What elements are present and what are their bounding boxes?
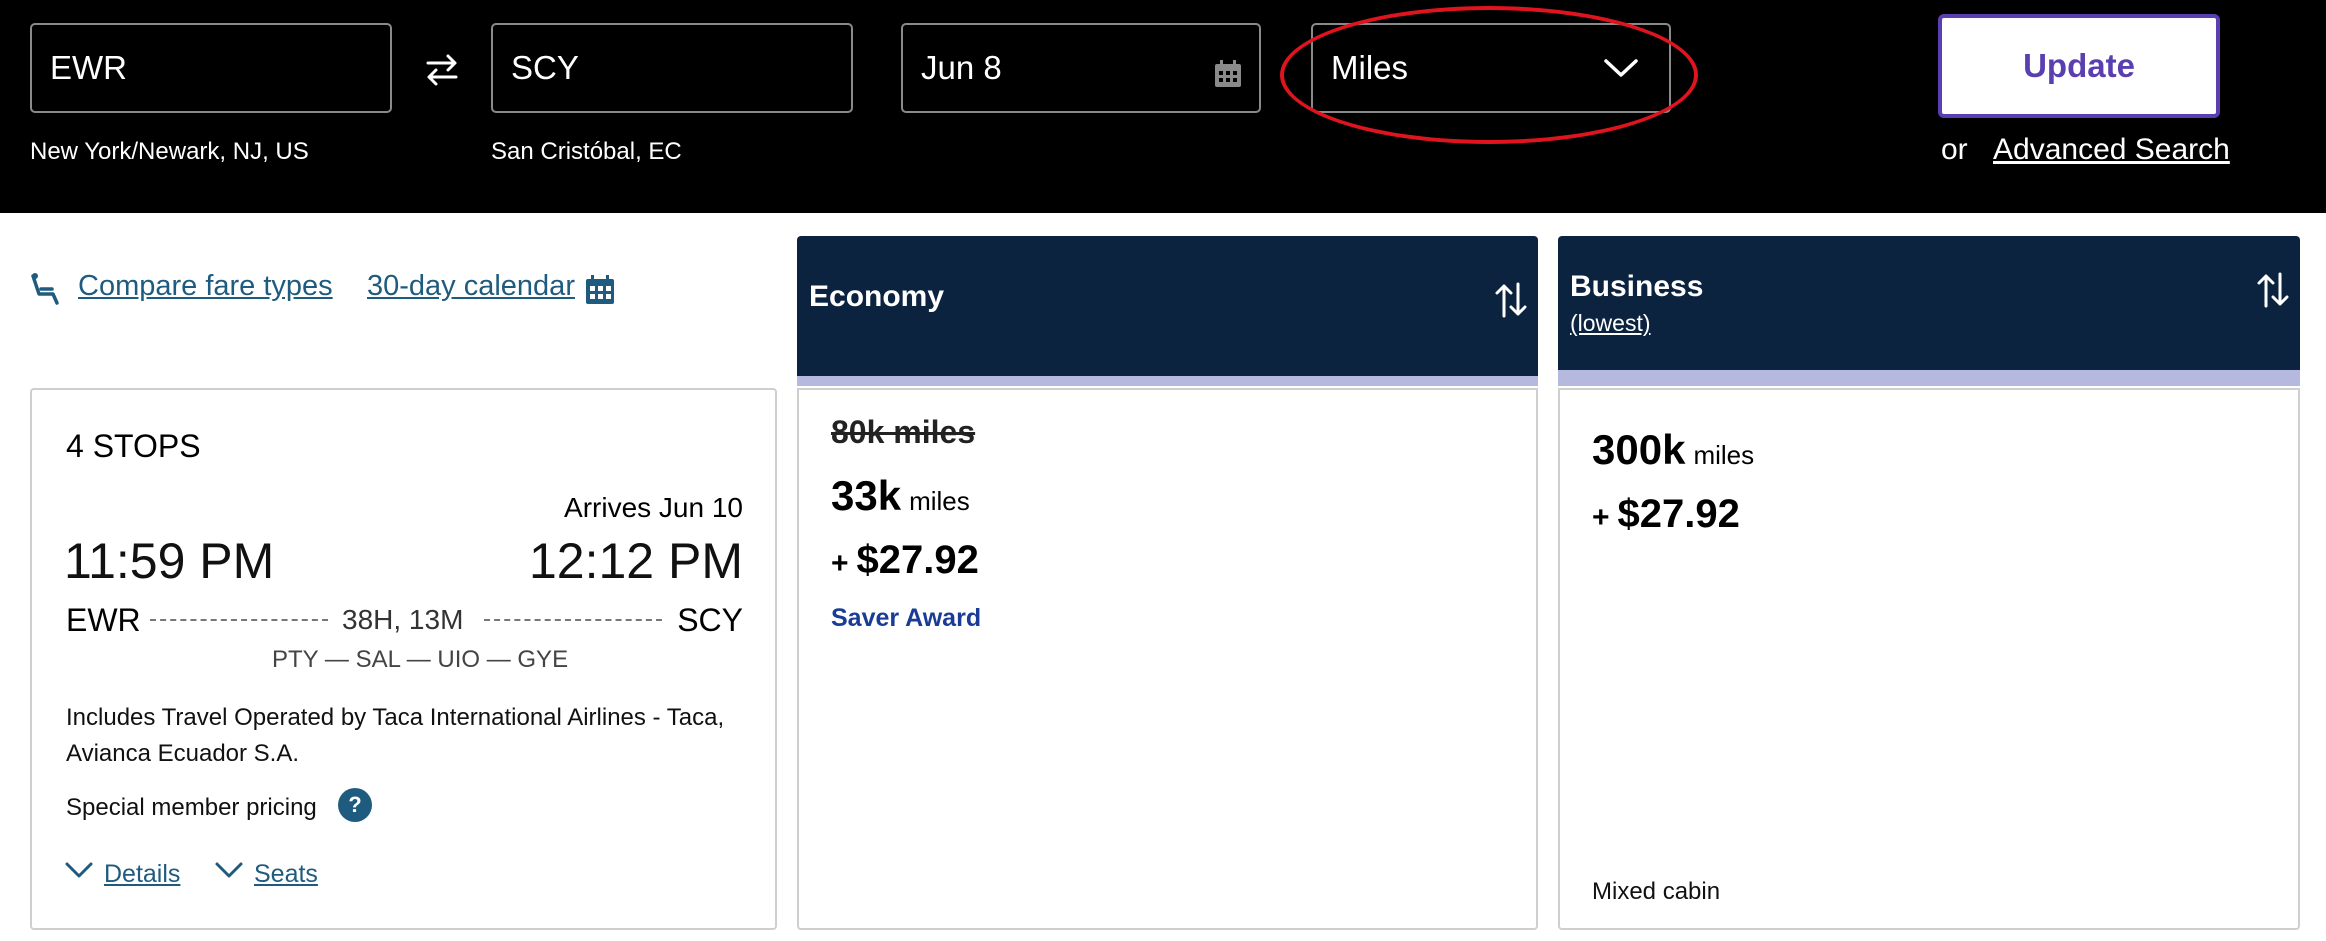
or-label: or [1941, 133, 1968, 166]
business-lowest-link[interactable]: (lowest) [1570, 310, 1651, 337]
economy-miles-value: 33k [831, 472, 902, 519]
saver-award-label: Saver Award [831, 604, 982, 632]
chevron-down-icon[interactable] [64, 860, 94, 880]
origin-code: EWR [50, 49, 127, 86]
arrive-time: 12:12 PM [528, 533, 743, 589]
stops-label: 4 STOPS [66, 428, 201, 464]
details-link[interactable]: Details [104, 860, 180, 889]
date-input[interactable]: Jun 8 [901, 23, 1261, 113]
destination-input[interactable]: SCY [491, 23, 853, 113]
mixed-cabin-label: Mixed cabin [1592, 878, 1721, 905]
business-taxes-value: $27.92 [1617, 492, 1740, 536]
route-line-left [150, 619, 328, 621]
business-stripe [1558, 370, 2300, 386]
advanced-search-link[interactable]: Advanced Search [1993, 133, 2230, 167]
sort-icon[interactable] [2256, 270, 2290, 310]
origin-city: New York/Newark, NJ, US [30, 138, 309, 165]
original-miles: 80k miles [831, 414, 976, 450]
business-title: Business [1570, 270, 1704, 303]
economy-taxes: + $27.92 [831, 538, 979, 583]
update-button[interactable]: Update [1938, 14, 2220, 118]
connection-airports: PTY — SAL — UIO — GYE [272, 646, 569, 673]
business-miles-value: 300k [1592, 426, 1686, 473]
calendar-icon[interactable] [584, 274, 616, 306]
economy-taxes-value: $27.92 [856, 538, 979, 582]
chevron-down-icon [1604, 59, 1638, 77]
plus-sign: + [831, 547, 849, 580]
swap-icon[interactable] [422, 50, 462, 90]
arrive-airport: SCY [677, 602, 743, 638]
business-miles: 300k miles [1592, 426, 1754, 474]
operated-by-text: Includes Travel Operated by Taca Interna… [66, 704, 725, 767]
depart-airport: EWR [66, 602, 141, 638]
origin-input[interactable]: EWR [30, 23, 392, 113]
special-pricing-label: Special member pricing [66, 794, 317, 821]
depart-time: 11:59 PM [64, 533, 275, 589]
seats-link[interactable]: Seats [254, 860, 318, 889]
economy-miles: 33k miles [831, 472, 970, 520]
destination-city: San Cristóbal, EC [491, 138, 682, 165]
calendar-30-day-link[interactable]: 30-day calendar [367, 270, 575, 303]
fare-type-select[interactable]: Miles [1311, 23, 1671, 113]
flight-card: 4 STOPS Arrives Jun 10 11:59 PM 12:12 PM… [30, 388, 777, 930]
destination-code: SCY [511, 49, 579, 86]
economy-header[interactable]: Economy [797, 236, 1538, 386]
arrival-date: Arrives Jun 10 [564, 492, 743, 523]
business-miles-unit: miles [1693, 440, 1755, 470]
flight-duration: 38H, 13M [342, 604, 464, 635]
chevron-down-icon[interactable] [214, 860, 244, 880]
economy-miles-unit: miles [909, 486, 970, 516]
plus-sign: + [1592, 501, 1610, 534]
sort-icon[interactable] [1494, 280, 1528, 320]
economy-title: Economy [809, 280, 945, 313]
date-value: Jun 8 [921, 49, 1002, 86]
help-icon[interactable]: ? [338, 788, 372, 822]
route-line-right [484, 619, 662, 621]
fare-type-value: Miles [1331, 49, 1409, 86]
economy-fare-cell[interactable]: 80k miles 33k miles + $27.92 Saver Award [797, 388, 1538, 930]
economy-stripe [797, 376, 1538, 386]
business-fare-cell[interactable]: 300k miles + $27.92 Mixed cabin [1558, 388, 2300, 930]
compare-fare-types-link[interactable]: Compare fare types [78, 270, 333, 303]
search-bar: EWR New York/Newark, NJ, US SCY San Cris… [0, 0, 2326, 213]
seat-icon [31, 273, 59, 305]
business-taxes: + $27.92 [1592, 492, 1740, 537]
business-header[interactable]: Business (lowest) [1558, 236, 2300, 386]
calendar-icon[interactable] [1213, 59, 1243, 89]
